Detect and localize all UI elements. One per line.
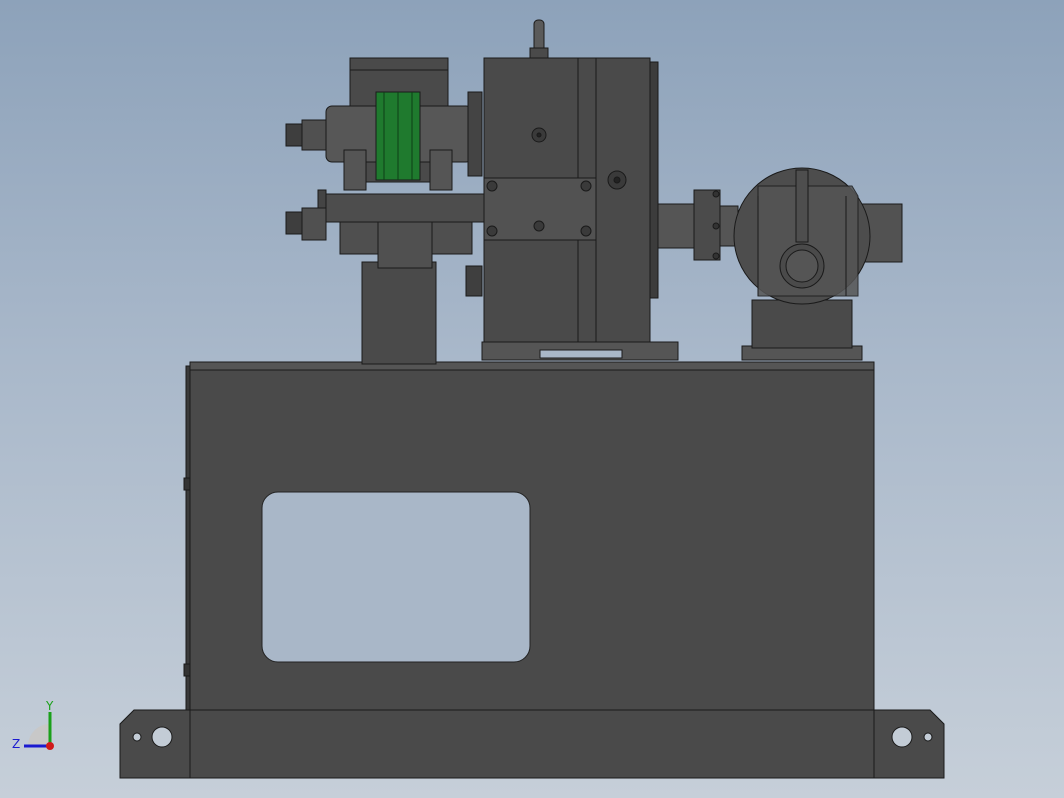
gearbox-shaft-port-center bbox=[536, 132, 542, 138]
gearbox-output-port-center bbox=[613, 176, 621, 184]
frame-window-cutout bbox=[261, 491, 531, 663]
flange-bolt-3 bbox=[712, 252, 720, 260]
model-assembly[interactable]: Y Z bbox=[0, 0, 1064, 798]
triad-y-label: Y bbox=[45, 699, 54, 713]
motor-shaft-bore bbox=[785, 249, 819, 283]
breather-base bbox=[529, 47, 549, 59]
gearbox-base-slot bbox=[539, 349, 623, 359]
gearbox-bolt-3 bbox=[486, 225, 498, 237]
base-frame-top-rail bbox=[189, 361, 875, 371]
roller-housing[interactable] bbox=[285, 57, 483, 191]
base-frame-side-lip bbox=[185, 365, 191, 711]
foot-hole-right-large bbox=[891, 726, 913, 748]
foot-plate bbox=[119, 709, 945, 779]
gearbox-lower-port bbox=[533, 220, 545, 232]
gearbox-bolt-2 bbox=[580, 180, 592, 192]
lower-nut-inner bbox=[301, 207, 327, 241]
gearbox-bolt-4 bbox=[580, 225, 592, 237]
roller-clamp-right bbox=[429, 149, 453, 191]
coupling-shaft bbox=[657, 203, 699, 249]
roller-clamp-left bbox=[343, 149, 367, 191]
roller-support-post[interactable] bbox=[361, 261, 437, 365]
motor-pedestal bbox=[751, 299, 853, 349]
upper-nut-inner bbox=[301, 119, 327, 151]
upper-nut-outer bbox=[285, 123, 303, 147]
gearbox-side-plate bbox=[649, 61, 659, 299]
base-frame[interactable] bbox=[183, 361, 875, 711]
side-bolt-upper bbox=[183, 477, 191, 491]
side-bolt-lower bbox=[183, 663, 191, 677]
foot-hole-left-large bbox=[151, 726, 173, 748]
triad-z-label: Z bbox=[12, 737, 20, 751]
foot-hole-left-small bbox=[132, 732, 142, 742]
flange-bolt-1 bbox=[712, 190, 720, 198]
foot-hole-right-small bbox=[923, 732, 933, 742]
lower-nut-outer bbox=[285, 211, 303, 235]
mounting-foot[interactable] bbox=[119, 709, 945, 779]
lower-roller-hub bbox=[377, 221, 433, 269]
shaft-coupling[interactable] bbox=[657, 189, 739, 261]
side-tab bbox=[465, 265, 483, 297]
drive-motor[interactable] bbox=[733, 167, 903, 361]
upper-shaft-hub-right bbox=[467, 91, 483, 177]
flange-bolt-2 bbox=[712, 222, 720, 230]
gearbox[interactable] bbox=[481, 19, 679, 361]
motor-lifting-lug bbox=[795, 169, 809, 243]
gearbox-bolt-1 bbox=[486, 180, 498, 192]
cad-viewport[interactable]: Y Z bbox=[0, 0, 1064, 798]
triad-x-axis-dot bbox=[46, 742, 54, 750]
triad-quadrant bbox=[28, 724, 50, 746]
orientation-triad: Y Z bbox=[12, 699, 54, 751]
